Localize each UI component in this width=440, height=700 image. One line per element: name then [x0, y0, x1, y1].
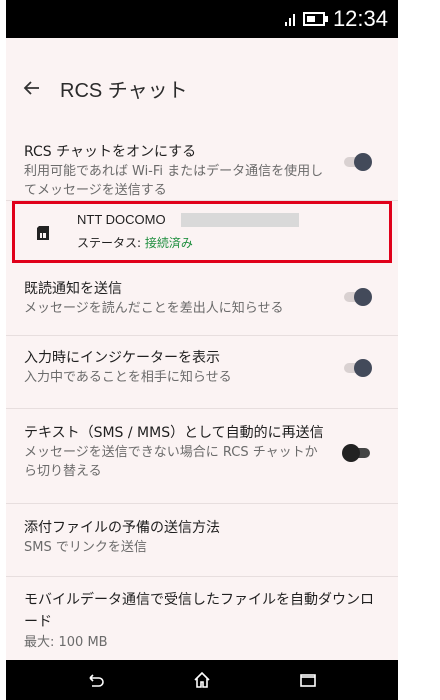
fallback-desc: SMS でリンクを送信: [24, 540, 147, 555]
sim-status: ステータス: 接続済み: [77, 234, 193, 251]
download-desc: 最大: 100 MB: [24, 635, 108, 650]
sim-status-row[interactable]: NTT DOCOMO ステータス: 接続済み: [12, 201, 392, 263]
home-nav-icon[interactable]: [192, 670, 212, 690]
rcs-title: RCS チャットをオンにする: [24, 144, 197, 160]
clock: 12:34: [332, 6, 388, 31]
status-bar: 12:34: [6, 0, 398, 38]
resend-toggle[interactable]: [342, 443, 372, 463]
read-receipt-row[interactable]: 既読通知を送信 メッセージを読んだことを差出人に知らせる: [6, 273, 398, 336]
typing-desc: 入力中であることを相手に知らせる: [24, 370, 232, 385]
read-desc: メッセージを読んだことを差出人に知らせる: [24, 301, 284, 316]
carrier-name: NTT DOCOMO: [77, 212, 166, 227]
rcs-toggle[interactable]: [342, 152, 372, 172]
typing-title: 入力時にインジケーターを表示: [24, 350, 220, 366]
battery-icon: [302, 12, 328, 26]
auto-download-row[interactable]: モバイルデータ通信で受信したファイルを自動ダウンロード 最大: 100 MB: [6, 577, 398, 660]
auto-resend-row[interactable]: テキスト（SMS / MMS）として自動的に再送信 メッセージを送信できない場合…: [6, 409, 398, 504]
navigation-bar: [6, 660, 398, 700]
screen: RCS チャット RCS チャットをオンにする 利用可能であれば Wi-Fi ま…: [6, 38, 398, 660]
recent-apps-icon[interactable]: [298, 670, 318, 690]
resend-desc: メッセージを送信できない場合に RCS チャットから切り替える: [24, 445, 318, 479]
page-title: RCS チャット: [60, 80, 188, 102]
rcs-toggle-row[interactable]: RCS チャットをオンにする 利用可能であれば Wi-Fi またはデータ通信を使…: [6, 142, 398, 201]
read-toggle[interactable]: [342, 287, 372, 307]
sim-card-icon: [37, 226, 49, 240]
app-bar: RCS チャット: [6, 38, 398, 142]
redacted-number: [181, 213, 299, 227]
rcs-desc: 利用可能であれば Wi-Fi またはデータ通信を使用してメッセージを送信する: [24, 164, 324, 198]
typing-indicator-row[interactable]: 入力時にインジケーターを表示 入力中であることを相手に知らせる: [6, 336, 398, 409]
attachment-fallback-row[interactable]: 添付ファイルの予備の送信方法 SMS でリンクを送信: [6, 504, 398, 577]
sim-status-label: ステータス:: [77, 236, 145, 250]
back-nav-icon[interactable]: [86, 670, 106, 690]
typing-toggle[interactable]: [342, 358, 372, 378]
fallback-title: 添付ファイルの予備の送信方法: [24, 520, 220, 536]
signal-icon: [284, 12, 295, 26]
sim-status-value: 接続済み: [144, 236, 193, 250]
back-arrow-icon[interactable]: [22, 78, 42, 98]
download-title: モバイルデータ通信で受信したファイルを自動ダウンロード: [24, 592, 374, 630]
resend-title: テキスト（SMS / MMS）として自動的に再送信: [24, 425, 324, 441]
read-title: 既読通知を送信: [24, 281, 122, 297]
